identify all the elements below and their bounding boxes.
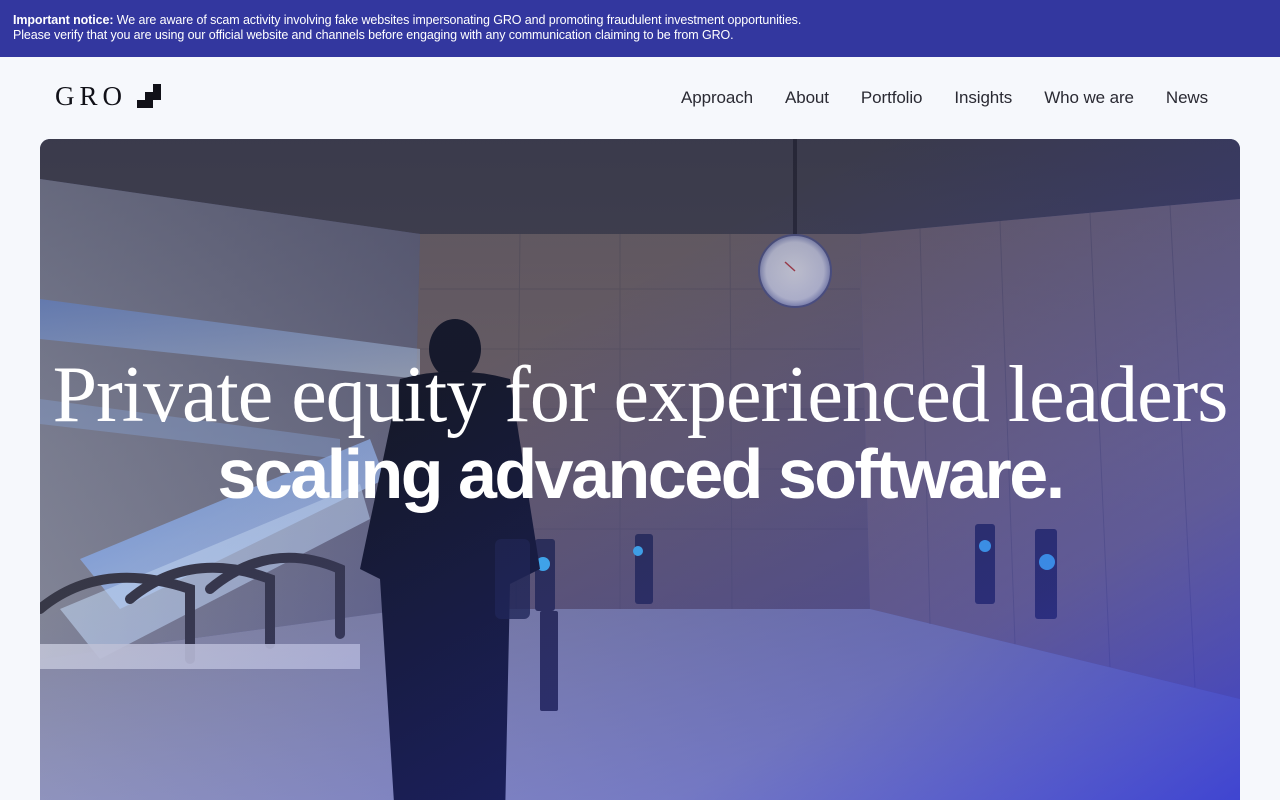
hero-headline: Private equity for experienced leaders s… xyxy=(40,353,1240,511)
notice-label: Important notice: xyxy=(13,13,114,27)
nav-approach[interactable]: Approach xyxy=(681,87,753,109)
checker-steps-icon xyxy=(137,84,162,108)
notice-text-2: Please verify that you are using our off… xyxy=(13,28,734,42)
hero-section: Private equity for experienced leaders s… xyxy=(40,139,1240,800)
nav-who-we-are[interactable]: Who we are xyxy=(1044,87,1134,109)
scam-notice-banner: Important notice: We are aware of scam a… xyxy=(0,0,1280,57)
nav-about[interactable]: About xyxy=(785,87,829,109)
hero-headline-line-1: Private equity for experienced leaders xyxy=(52,351,1229,439)
main-nav: Approach About Portfolio Insights Who we… xyxy=(681,87,1208,109)
site-header: GRO Approach About Portfolio Insights Wh… xyxy=(0,57,1280,139)
logo-wordmark: GRO xyxy=(55,81,128,111)
notice-line-1: Important notice: We are aware of scam a… xyxy=(13,13,1267,28)
nav-portfolio[interactable]: Portfolio xyxy=(861,87,923,109)
nav-insights[interactable]: Insights xyxy=(954,87,1012,109)
hero-headline-line-2: scaling advanced software. xyxy=(217,435,1065,513)
logo-link[interactable]: GRO xyxy=(55,81,162,111)
nav-news[interactable]: News xyxy=(1166,87,1208,109)
notice-text-1: We are aware of scam activity involving … xyxy=(116,13,802,27)
